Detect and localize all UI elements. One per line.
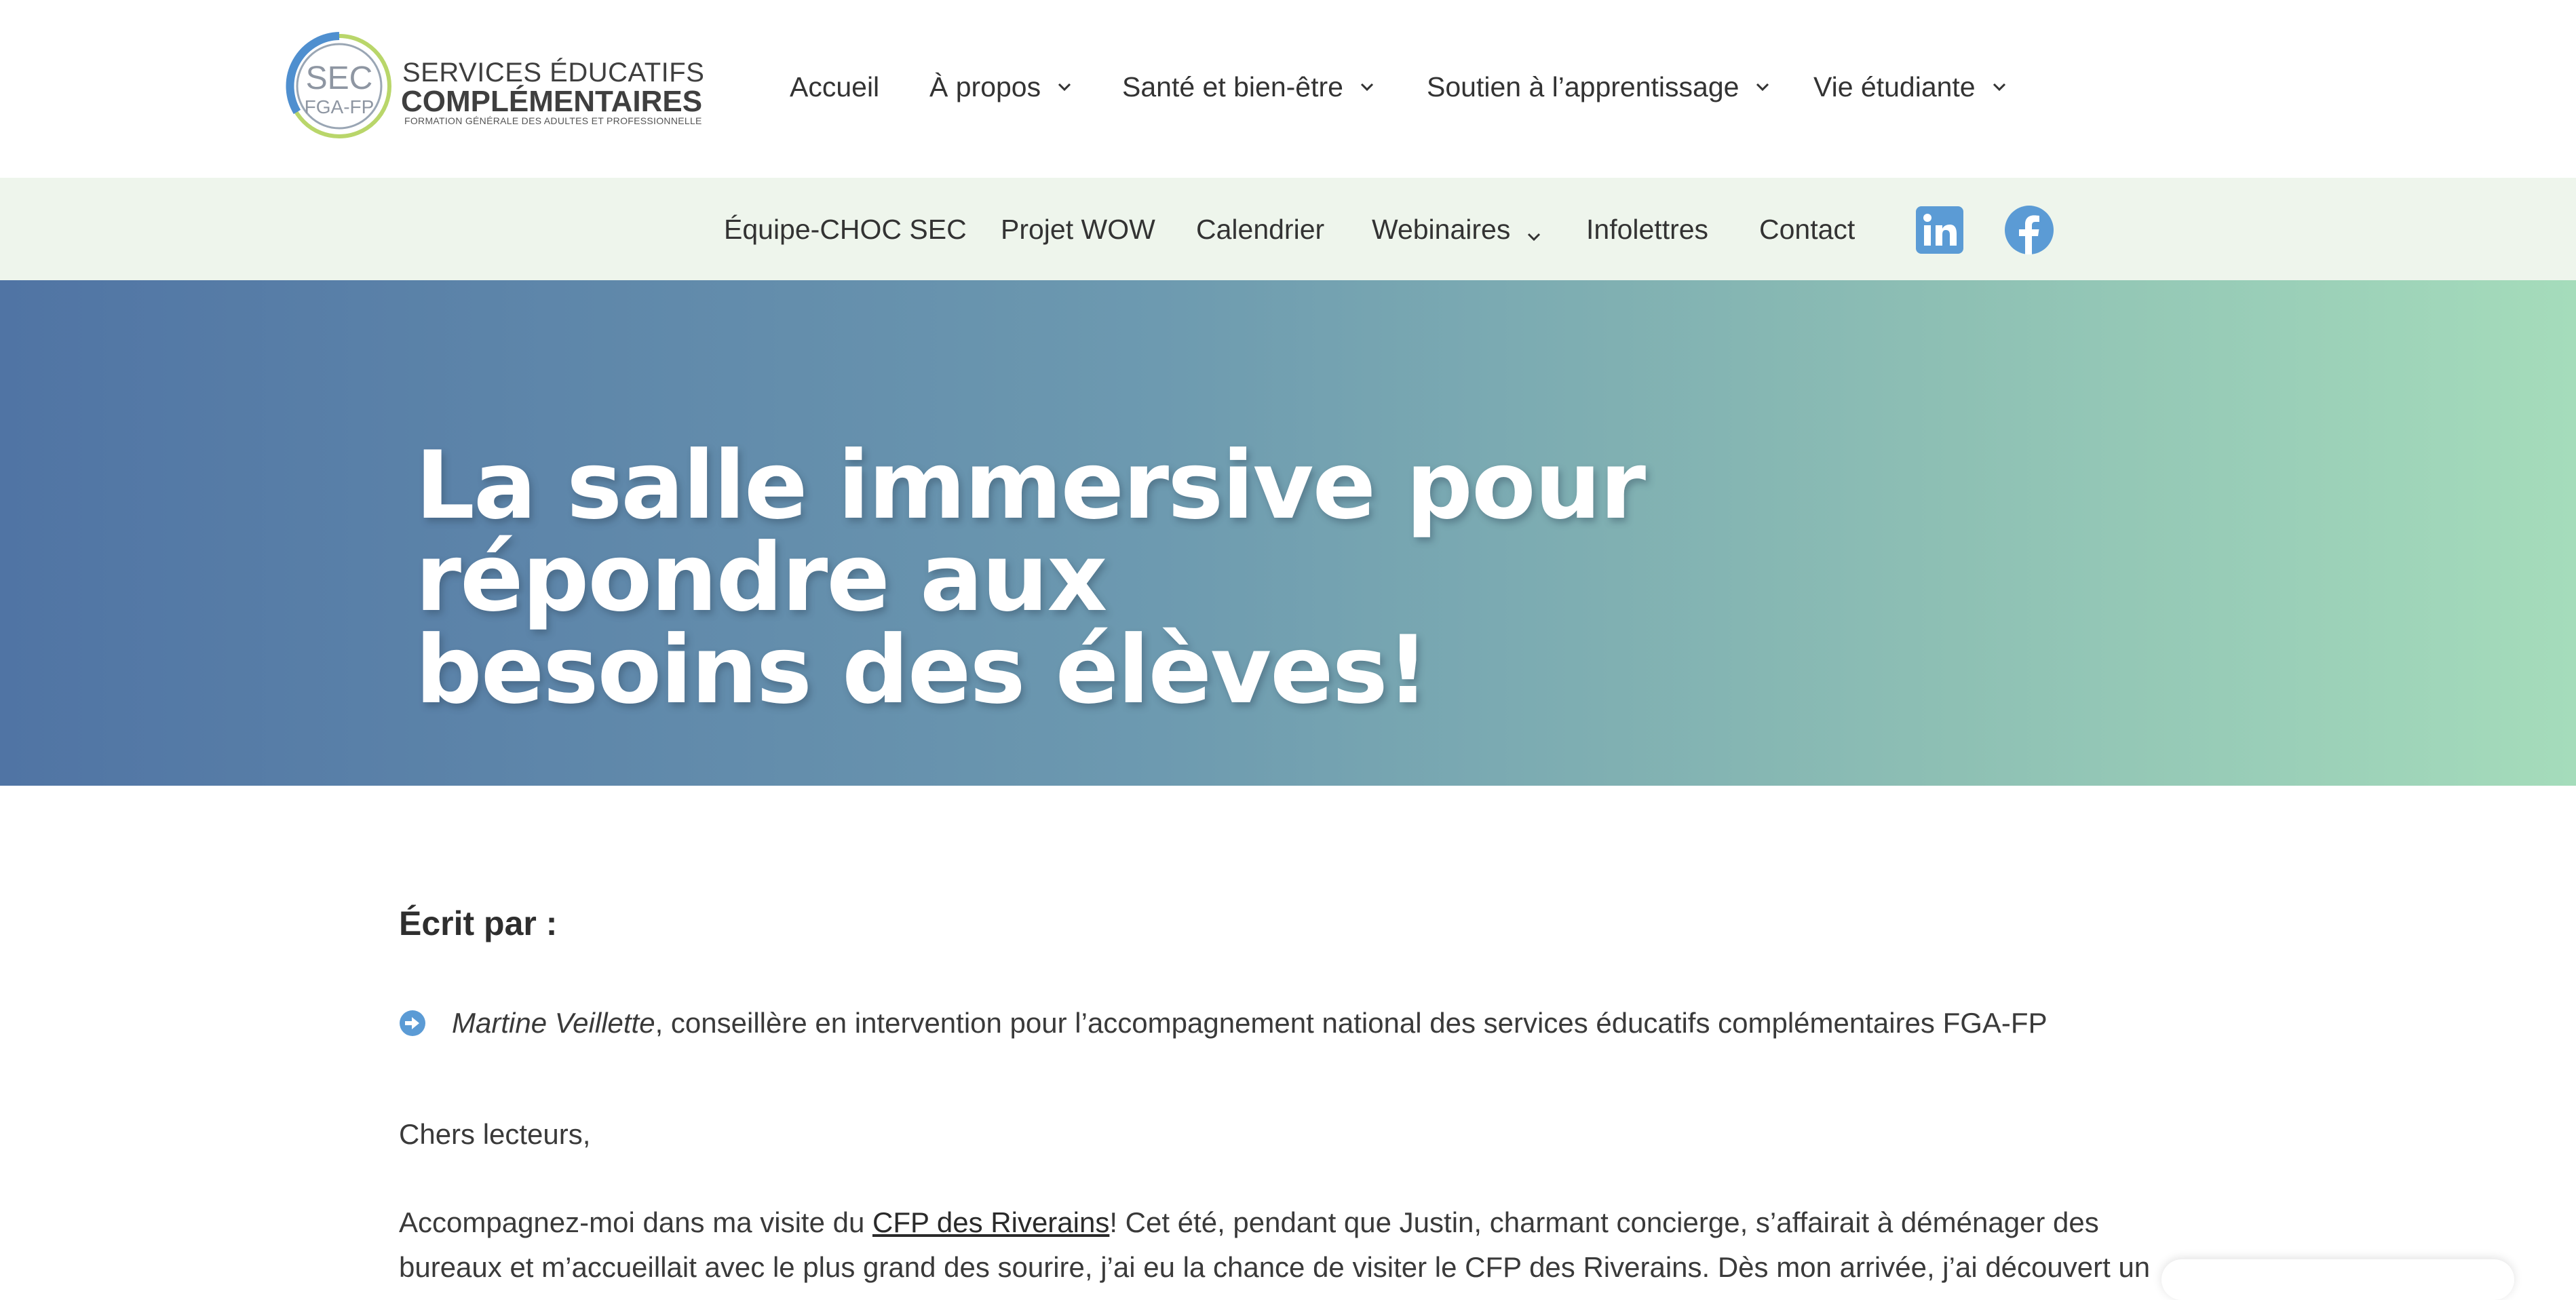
nav-sante[interactable]: Santé et bien-être <box>1122 66 1376 107</box>
subnav-calendrier-label: Calendrier <box>1196 213 1325 245</box>
site-header: SEC FGA-FP SERVICES ÉDUCATIFS COMPLÉMENT… <box>0 0 2576 178</box>
subnav-projet-wow-label: Projet WOW <box>1001 213 1155 245</box>
hero-banner: La salle immersive pour répondre aux bes… <box>0 280 2576 786</box>
paragraph-text-before: Accompagnez-moi dans ma visite du <box>399 1206 872 1238</box>
subnav-equipe-choc-label: Équipe-CHOC SEC <box>724 213 967 245</box>
logo-mark-bottom: FGA-FP <box>305 96 374 117</box>
cfp-riverains-link[interactable]: CFP des Riverains <box>872 1206 1109 1238</box>
linkedin-link[interactable] <box>1915 205 1965 255</box>
nav-accueil[interactable]: Accueil <box>790 66 879 107</box>
subnav-webinaires[interactable]: Webinaires <box>1372 209 1543 250</box>
facebook-link[interactable] <box>2004 205 2054 255</box>
subnav-infolettres[interactable]: Infolettres <box>1586 209 1708 250</box>
paragraph-line1: Accompagnez-moi dans ma visite du CFP de… <box>399 1206 2099 1239</box>
logo-mark-icon: SEC FGA-FP <box>286 32 391 138</box>
nav-vie-etudiante-label: Vie étudiante <box>1813 71 1976 102</box>
secondary-nav-bar: Équipe-CHOC SEC Projet WOW Calendrier We… <box>0 178 2576 280</box>
paragraph-text-after: ! Cet été, pendant que Justin, charmant … <box>1109 1206 2099 1238</box>
subnav-projet-wow[interactable]: Projet WOW <box>1001 209 1155 250</box>
subnav-infolettres-label: Infolettres <box>1586 213 1709 245</box>
page-title: La salle immersive pour répondre aux bes… <box>415 439 2111 717</box>
nav-sante-label: Santé et bien-être <box>1122 71 1343 102</box>
subnav-contact[interactable]: Contact <box>1759 209 1855 250</box>
nav-a-propos-label: À propos <box>929 71 1041 102</box>
nav-accueil-label: Accueil <box>790 71 880 102</box>
nav-vie-etudiante[interactable]: Vie étudiante <box>1813 66 2008 107</box>
chevron-down-icon <box>1991 78 2008 96</box>
greeting-paragraph: Chers lecteurs, <box>399 1118 591 1150</box>
nav-a-propos[interactable]: À propos <box>929 66 1073 107</box>
subnav-calendrier[interactable]: Calendrier <box>1196 209 1324 250</box>
nav-soutien[interactable]: Soutien à l’apprentissage <box>1427 66 1771 107</box>
logo-line3: FORMATION GÉNÉRALE DES ADULTES ET PROFES… <box>404 115 702 126</box>
chevron-down-icon <box>1358 78 1376 96</box>
author-name: Martine Veillette <box>452 1007 655 1039</box>
page-title-line2: besoins des élèves! <box>415 615 1429 725</box>
subnav-webinaires-label: Webinaires <box>1372 213 1511 245</box>
logo-line2: COMPLÉMENTAIRES <box>401 85 703 118</box>
author-credit: Martine Veillette, conseillère en interv… <box>452 1007 2048 1039</box>
nav-soutien-label: Soutien à l’apprentissage <box>1427 71 1739 102</box>
chevron-down-icon <box>1754 78 1771 96</box>
chevron-down-icon <box>1525 221 1543 242</box>
written-by-heading: Écrit par : <box>399 904 558 942</box>
chevron-down-icon <box>1056 78 1073 96</box>
arrow-circle-right-icon <box>400 1010 425 1036</box>
subnav-equipe-choc[interactable]: Équipe-CHOC SEC <box>724 209 967 250</box>
page-title-line1: La salle immersive pour répondre aux <box>415 431 1646 632</box>
paragraph-line2: bureaux et m’accueillait avec le plus gr… <box>399 1251 2151 1283</box>
facebook-icon <box>2005 206 2054 254</box>
author-role: , conseillère en intervention pour l’acc… <box>655 1007 2048 1039</box>
subnav-contact-label: Contact <box>1759 213 1856 245</box>
logo-mark-top: SEC <box>306 60 373 96</box>
floating-widget-tab[interactable] <box>2161 1259 2514 1300</box>
linkedin-icon <box>1916 206 1963 254</box>
logo-line1: SERVICES ÉDUCATIFS <box>402 58 705 88</box>
author-list-item: Martine Veillette, conseillère en interv… <box>399 1003 2048 1044</box>
site-logo[interactable]: SEC FGA-FP SERVICES ÉDUCATIFS COMPLÉMENT… <box>284 31 704 142</box>
